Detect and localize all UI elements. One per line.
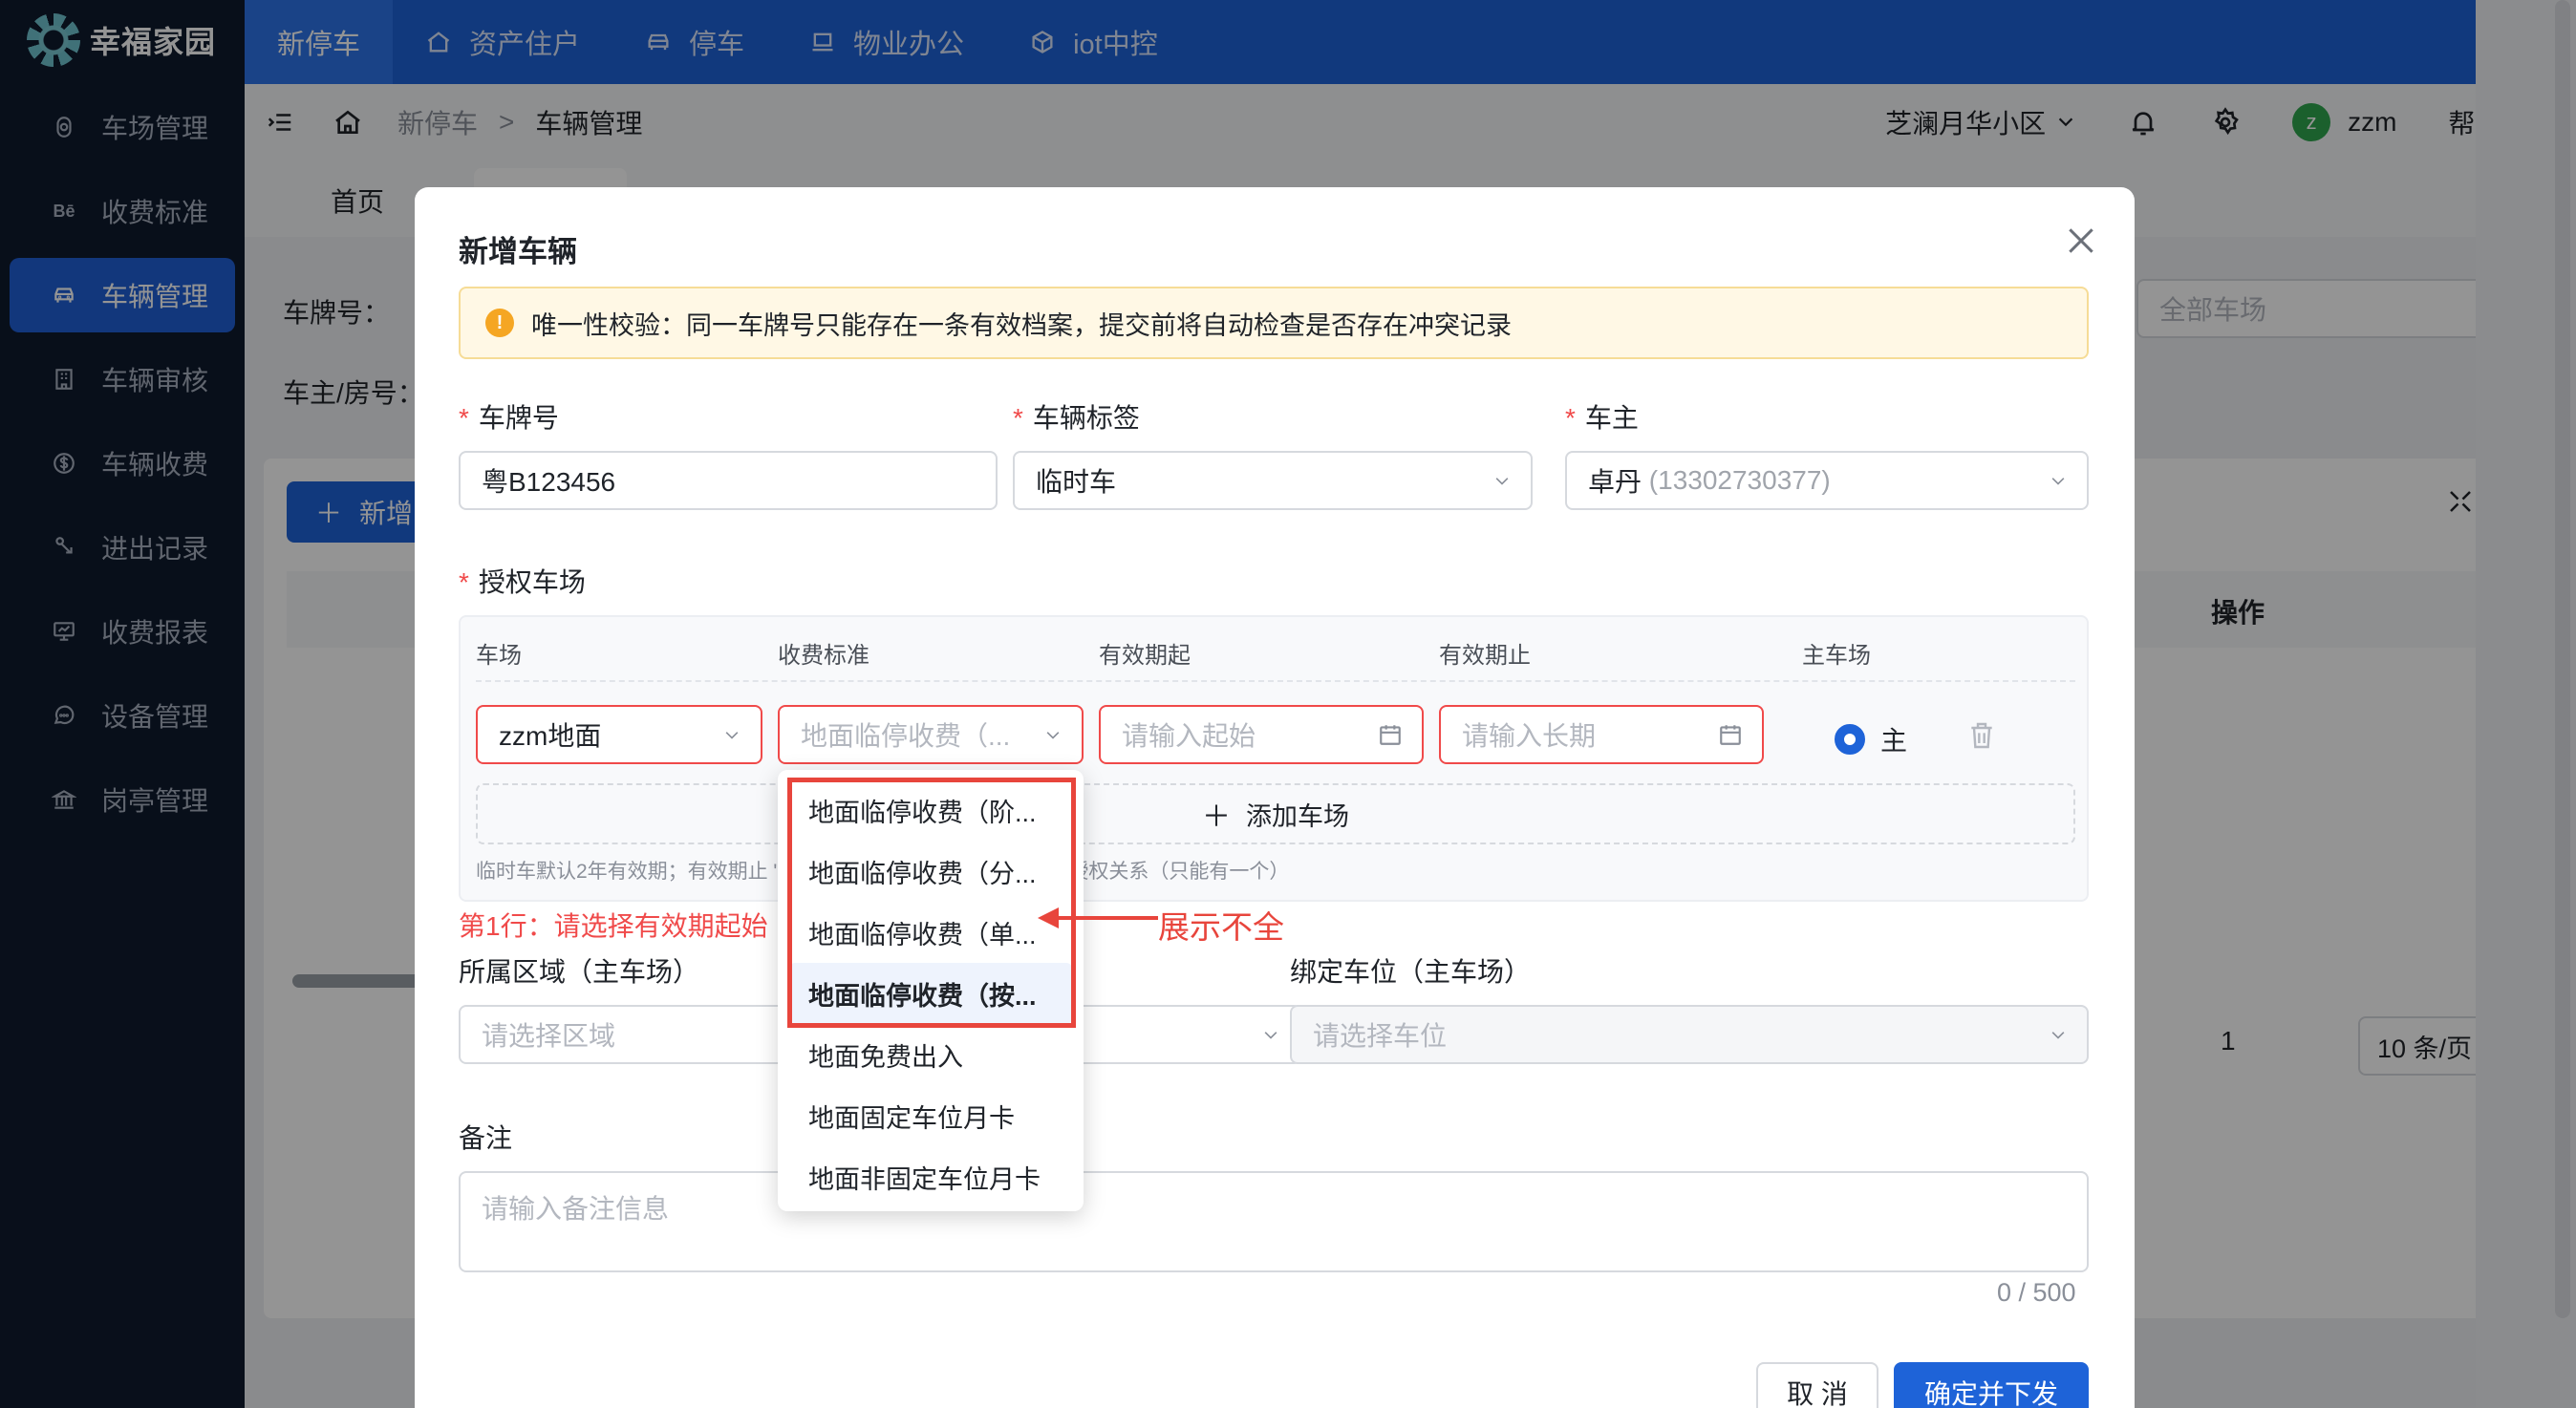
chevron-down-icon [2051,1032,2065,1039]
annotation-arrow-icon [1038,907,1158,928]
column-valid-to: 有效期止 [1439,643,1531,669]
area-placeholder: 请选择区域 [482,1021,616,1051]
vehicle-tag-select[interactable]: 临时车 [1013,451,1533,510]
authorized-lots-label: * 授权车场 [459,567,586,597]
valid-to-placeholder: 请输入长期 [1462,721,1597,751]
dialog-title: 新增车辆 [459,235,577,268]
uniqueness-alert: ! 唯一性校验：同一车牌号只能存在一条有效档案，提交前将自动检查是否存在冲突记录 [459,287,2089,359]
spot-select[interactable]: 请选择车位 [1290,1005,2089,1064]
add-lot-label: 添加车场 [1246,801,1349,831]
plate-input[interactable]: 粤B123456 [459,451,998,510]
main-lot-label: 主 [1880,726,1908,756]
owner-select[interactable]: 卓丹 (13302730377) [1565,451,2089,510]
owner-label-text: 车主 [1584,403,1639,433]
area-label: 所属区域（主车场） [459,957,700,987]
valid-to-picker[interactable]: 请输入长期 [1439,705,1764,764]
column-valid-from: 有效期起 [1099,643,1191,669]
lot-select[interactable]: zzm地面 [476,705,762,764]
app-root: 幸福家园 车场管理 Bē 收费标准 车辆管理 车辆审核 车辆收费 进出记录 收费… [0,0,2576,1408]
validation-error: 第1行：请选择有效期起始 [459,911,768,941]
owner-name: 卓丹 [1588,467,1642,497]
fee-option[interactable]: 地面免费出入 [789,1024,1072,1085]
valid-from-picker[interactable]: 请输入起始 [1099,705,1424,764]
fee-standard-select[interactable]: 地面临停收费（... [778,705,1084,764]
calendar-icon [1380,725,1401,745]
remark-placeholder: 请输入备注信息 [482,1194,670,1224]
remark-counter: 0 / 500 [1997,1278,2076,1307]
annotation-highlight-box [787,778,1076,1028]
fee-option[interactable]: 地面非固定车位月卡 [789,1146,1072,1207]
chevron-down-icon [725,732,739,739]
lot-value: zzm地面 [499,721,602,751]
chevron-down-icon [2051,478,2065,485]
vehicle-tag-value: 临时车 [1036,467,1117,497]
trash-icon[interactable] [1966,718,1997,753]
plate-value: 粤B123456 [482,467,616,497]
owner-phone: (13302730377) [1648,465,1831,495]
add-vehicle-dialog: 新增车辆 ! 唯一性校验：同一车牌号只能存在一条有效档案，提交前将自动检查是否存… [415,187,2135,1408]
authorized-lots-table: 车场 收费标准 有效期起 有效期止 主车场 zzm地面 地面临停收费（... 请… [459,615,2089,902]
plus-icon: ＋ [1202,801,1231,833]
cancel-button[interactable]: 取 消 [1756,1362,1878,1408]
close-icon[interactable] [2062,222,2100,260]
vehicle-tag-label-text: 车辆标签 [1032,403,1140,433]
remark-label: 备注 [459,1123,513,1153]
remark-textarea[interactable]: 请输入备注信息 [459,1171,2089,1272]
annotation-label: 展示不全 [1158,909,1284,945]
column-lot: 车场 [476,643,522,669]
column-main-lot: 主车场 [1802,643,1871,669]
alert-text: 唯一性校验：同一车牌号只能存在一条有效档案，提交前将自动检查是否存在冲突记录 [531,310,1512,340]
calendar-icon [1720,725,1741,745]
warning-icon: ! [485,309,514,337]
spot-placeholder: 请选择车位 [1313,1021,1448,1051]
plate-label: * 车牌号 [459,403,559,433]
column-fee-standard: 收费标准 [778,643,869,669]
owner-label: * 车主 [1565,403,1639,433]
table-divider [476,680,2075,682]
authorized-lots-label-text: 授权车场 [478,567,586,597]
chevron-down-icon [1495,478,1509,485]
radio-checked-icon [1835,724,1865,755]
main-lot-radio[interactable]: 主 [1835,720,1907,758]
plate-label-text: 车牌号 [478,403,559,433]
chevron-down-icon [1046,732,1060,739]
spot-label: 绑定车位（主车场） [1290,957,1532,987]
confirm-submit-button[interactable]: 确定并下发 [1894,1362,2089,1408]
vehicle-tag-label: * 车辆标签 [1013,403,1140,433]
valid-from-placeholder: 请输入起始 [1122,721,1256,751]
chevron-down-icon [1264,1032,1277,1039]
fee-option[interactable]: 地面固定车位月卡 [789,1085,1072,1146]
fee-standard-placeholder: 地面临停收费（... [801,721,1011,751]
add-lot-button[interactable]: ＋ 添加车场 [476,783,2075,844]
